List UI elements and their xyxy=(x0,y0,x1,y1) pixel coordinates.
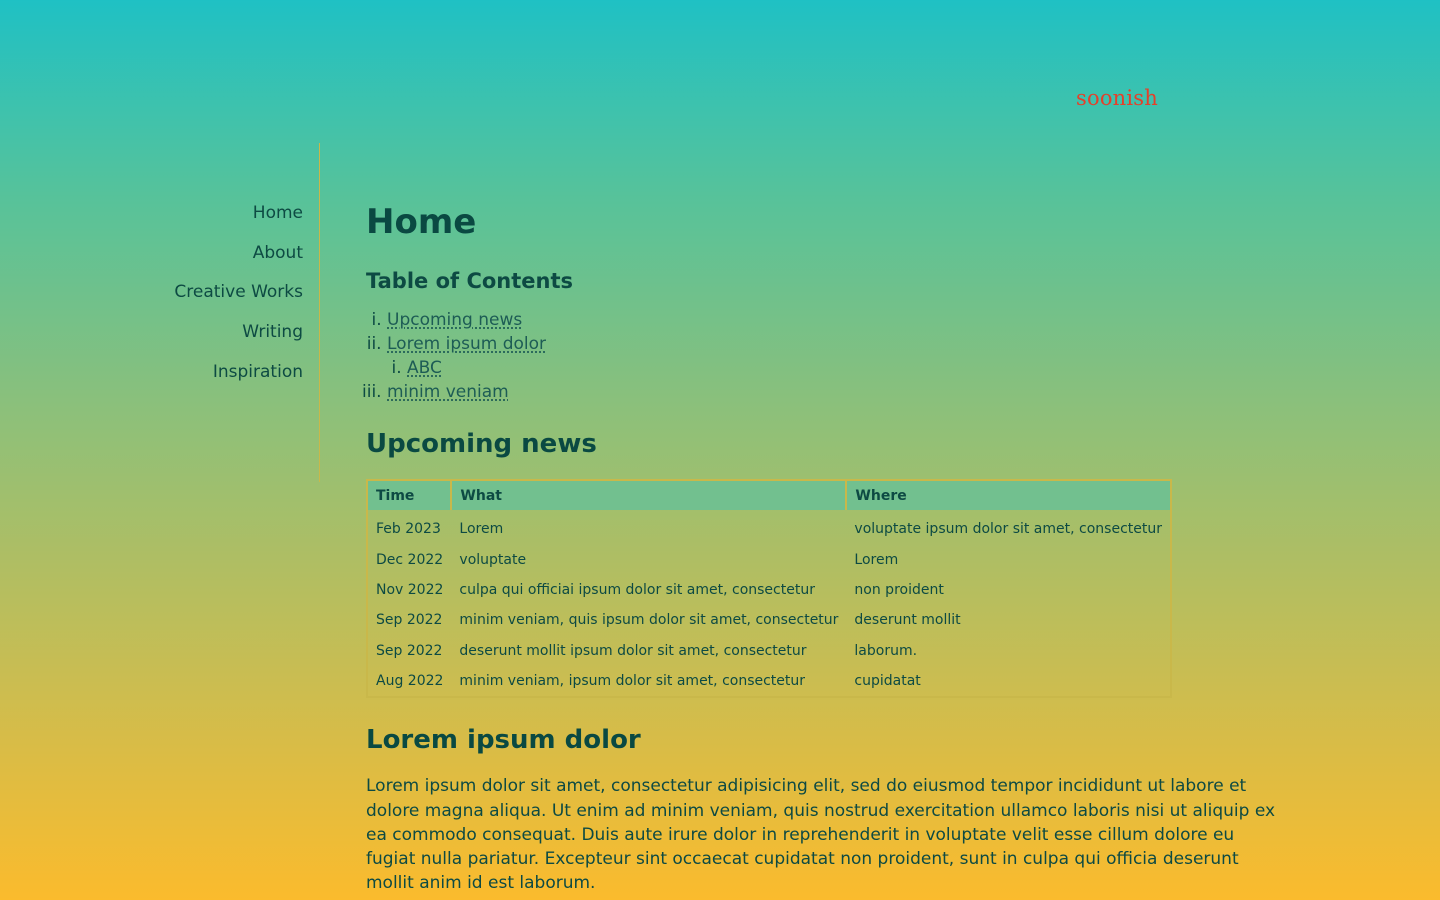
column-header-what: What xyxy=(451,480,848,510)
table-row: Dec 2022 voluptate Lorem xyxy=(367,544,1171,574)
table-row: Nov 2022 culpa qui officiai ipsum dolor … xyxy=(367,575,1171,605)
sidebar-item-writing: Writing xyxy=(174,320,303,360)
sidebar-link-about[interactable]: About xyxy=(253,243,303,263)
toc-link-lorem-ipsum-dolor[interactable]: Lorem ipsum dolor xyxy=(387,334,546,354)
cell-what: culpa qui officiai ipsum dolor sit amet,… xyxy=(459,581,815,598)
cell-time: Sep 2022 xyxy=(376,642,443,659)
cell-time: Dec 2022 xyxy=(376,551,444,568)
news-table: Time What Where Feb 2023 Lorem voluptate… xyxy=(366,479,1172,699)
cell-time: Feb 2023 xyxy=(376,521,441,538)
sidebar-menu: Home About Creative Works Writing Inspir… xyxy=(174,201,303,399)
toc-link-abc[interactable]: ABC xyxy=(407,358,442,378)
cell-where: deserunt mollit xyxy=(854,612,961,629)
column-header-time: Time xyxy=(367,480,453,510)
sidebar-item-inspiration: Inspiration xyxy=(174,360,303,400)
sidebar-nav: Home About Creative Works Writing Inspir… xyxy=(0,143,320,482)
sidebar-item-home: Home xyxy=(174,201,303,241)
table-of-contents: Upcoming news Lorem ipsum dolor ABC mini… xyxy=(366,308,1286,404)
site-logo[interactable]: soonish xyxy=(1076,86,1158,110)
table-row: Sep 2022 deserunt mollit ipsum dolor sit… xyxy=(367,636,1171,666)
table-row: Feb 2023 Lorem voluptate ipsum dolor sit… xyxy=(367,510,1171,544)
sidebar-link-home[interactable]: Home xyxy=(253,203,303,223)
cell-where: non proident xyxy=(854,581,944,598)
toc-item: Lorem ipsum dolor ABC xyxy=(387,332,1286,380)
cell-time: Aug 2022 xyxy=(376,673,444,690)
cell-what: voluptate xyxy=(459,551,527,568)
toc-title: Table of Contents xyxy=(366,269,574,293)
sidebar-item-creative-works: Creative Works xyxy=(174,280,303,320)
sidebar-link-writing[interactable]: Writing xyxy=(242,322,303,342)
cell-time: Nov 2022 xyxy=(376,581,444,598)
toc-sublist: ABC xyxy=(387,356,1286,380)
cell-where: voluptate ipsum dolor sit amet, consecte… xyxy=(854,521,1162,538)
toc-link-minim-veniam[interactable]: minim veniam xyxy=(387,382,509,402)
main-content: Home Table of Contents Upcoming news Lor… xyxy=(366,196,1286,895)
cell-where: Lorem xyxy=(854,551,899,568)
sidebar-item-about: About xyxy=(174,241,303,281)
cell-what: deserunt mollit ipsum dolor sit amet, co… xyxy=(459,642,807,659)
column-header-where: Where xyxy=(846,480,1171,510)
upcoming-news-heading: Upcoming news xyxy=(366,429,597,459)
page-title: Home xyxy=(366,202,477,242)
lorem-paragraph: Lorem ipsum dolor sit amet, consectetur … xyxy=(366,776,1276,894)
sidebar-link-creative-works[interactable]: Creative Works xyxy=(174,282,303,302)
sidebar-link-inspiration[interactable]: Inspiration xyxy=(213,362,303,382)
table-row: Sep 2022 minim veniam, quis ipsum dolor … xyxy=(367,605,1171,635)
toc-item: minim veniam xyxy=(387,380,1286,404)
cell-what: Lorem xyxy=(459,521,504,538)
lorem-ipsum-heading: Lorem ipsum dolor xyxy=(366,725,641,756)
toc-item: Upcoming news xyxy=(387,308,1286,332)
toc-link-upcoming-news[interactable]: Upcoming news xyxy=(387,310,522,330)
toc-subitem: ABC xyxy=(407,356,1286,380)
table-header-row: Time What Where xyxy=(367,480,1171,510)
cell-where: cupidatat xyxy=(854,673,921,690)
cell-what: minim veniam, quis ipsum dolor sit amet,… xyxy=(459,612,839,629)
table-row: Aug 2022 minim veniam, ipsum dolor sit a… xyxy=(367,666,1171,697)
cell-time: Sep 2022 xyxy=(376,612,443,629)
cell-where: laborum. xyxy=(854,642,918,659)
cell-what: minim veniam, ipsum dolor sit amet, cons… xyxy=(459,673,806,690)
